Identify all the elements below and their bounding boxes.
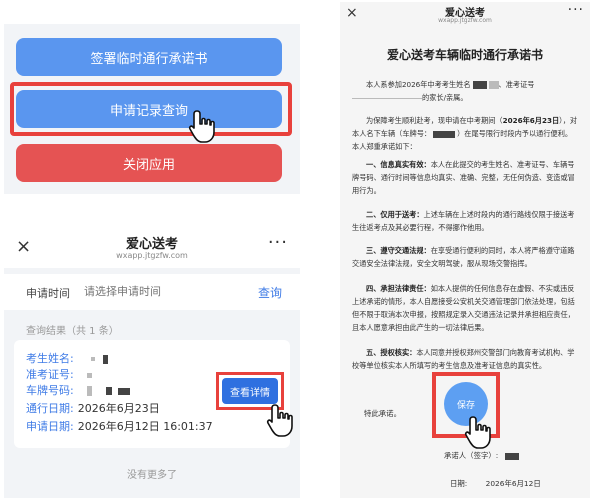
header-title: 爱心送考 [125, 237, 178, 252]
ticket-row: 准考证号: [26, 366, 93, 382]
request-text: 为保障考生顺利赴考，现申请在中考期间（ [366, 116, 503, 125]
redacted-mark [472, 81, 487, 89]
highlight-box [10, 82, 292, 136]
close-app-button[interactable]: 关闭应用 [16, 144, 282, 182]
signature-mark [504, 452, 519, 460]
redacted-mark [488, 81, 499, 89]
date-line: 日期: 2026年6月12日 [450, 478, 541, 489]
header-subtitle: wxapp.jtgzfw.com [438, 17, 492, 24]
intro-text: 的家长/亲属。 [422, 93, 468, 102]
no-more-text: 没有更多了 [127, 470, 177, 481]
pass-date-label: 通行日期: [26, 402, 74, 415]
clause-4: 四、承担法律责任：如本人提供的任何信息存在虚假、不实或违反上述承诺的情形，本人自… [352, 282, 578, 334]
search-label: 申请时间 [26, 287, 70, 300]
clause-5: 五、授权核实：本人同意并授权郑州交警部门向教育考试机构、学校等单位核实本人所填写… [352, 346, 578, 372]
pointer-cursor-icon [266, 404, 293, 437]
search-button[interactable]: 查询 [258, 284, 282, 301]
intro-text: 本人系参加2026年中考考生姓名 [366, 80, 471, 89]
more-icon[interactable]: ··· [268, 232, 288, 253]
result-count: 查询结果（共 1 条） [26, 326, 119, 337]
plate-label: 车牌号码: [26, 384, 74, 397]
clause-heading: 五、授权核实： [366, 348, 417, 357]
name-label: 考生姓名: [26, 352, 74, 365]
document-title: 爱心送考车辆临时通行承诺书 [386, 48, 543, 62]
pass-date-row: 通行日期: 2026年6月23日 [26, 400, 160, 416]
clause-2: 二、仅用于送考：上述车辆在上述时段内的通行路线仅限于接送考生往返考点及其必要行程… [352, 208, 578, 234]
mini-app-header: × 爱心送考 wxapp.jtgzfw.com ··· [340, 2, 590, 28]
signer-line: 承诺人（签字）: [444, 450, 519, 461]
pointer-cursor-icon [188, 110, 215, 143]
redacted-mark [102, 354, 108, 364]
redacted-mark [433, 130, 456, 138]
blank-line [352, 97, 422, 99]
apply-date-row: 申请日期: 2026年6月12日 16:01:37 [26, 418, 213, 434]
query-panel: × 爱心送考 wxapp.jtgzfw.com ··· 申请时间 查询 查询结果… [4, 226, 300, 498]
redacted-mark [118, 387, 131, 395]
header-subtitle: wxapp.jtgzfw.com [116, 251, 188, 260]
redacted-mark [87, 386, 93, 396]
signer-label: 承诺人（签字）: [444, 451, 499, 460]
mini-app-header: × 爱心送考 wxapp.jtgzfw.com ··· [4, 226, 300, 268]
redacted-mark [105, 387, 112, 395]
name-row: 考生姓名: [26, 350, 108, 366]
clause-1: 一、信息真实有效：本人在此提交的考生姓名、准考证号、车辆号牌号码、通行时间等信息… [352, 158, 578, 197]
plate-row: 车牌号码: [26, 382, 131, 398]
date-label: 日期: [450, 479, 468, 488]
clause-heading: 四、承担法律责任： [366, 284, 431, 293]
clause-heading: 三、遵守交通法规： [366, 246, 431, 255]
apply-date-value: 2026年6月12日 16:01:37 [77, 420, 213, 433]
apply-time-input[interactable] [84, 285, 214, 298]
request-date: 2026年6月23日 [502, 116, 560, 125]
search-bar: 申请时间 查询 [4, 274, 300, 310]
clause-3: 三、遵守交通法规：在享受通行便利的同时，本人将严格遵守道路交通安全法律法规，安全… [352, 244, 578, 270]
action-buttons-panel: 签署临时通行承诺书 申请记录查询 关闭应用 [4, 24, 300, 194]
sign-pledge-button[interactable]: 签署临时通行承诺书 [16, 38, 282, 76]
record-card: 考生姓名: 准考证号: 车牌号码: 通行日期: 2026年6月23日 申请日期: 2… [14, 340, 290, 448]
closing-text: 特此承诺。 [364, 409, 401, 418]
redacted-mark [91, 357, 96, 361]
more-icon[interactable]: ··· [568, 2, 584, 18]
ticket-label: 准考证号: [26, 368, 74, 381]
intro-text: 、准考证号 [498, 80, 535, 89]
pledge-document-panel: × 爱心送考 wxapp.jtgzfw.com ··· 爱心送考车辆临时通行承诺… [340, 2, 590, 498]
clause-heading: 一、信息真实有效： [366, 160, 431, 169]
paragraph-intro: 本人系参加2026年中考考生姓名 、准考证号 的家长/亲属。 [352, 78, 578, 104]
pass-date-value: 2026年6月23日 [77, 402, 160, 415]
redacted-mark [87, 372, 93, 378]
apply-date-label: 申请日期: [26, 420, 74, 433]
paragraph-request: 为保障考生顺利赴考，现申请在中考期间（2026年6月23日），对本人名下车辆（车… [352, 114, 578, 153]
date-value: 2026年6月12日 [485, 479, 541, 488]
pointer-cursor-icon [464, 416, 491, 449]
clause-heading: 二、仅用于送考： [366, 210, 424, 219]
